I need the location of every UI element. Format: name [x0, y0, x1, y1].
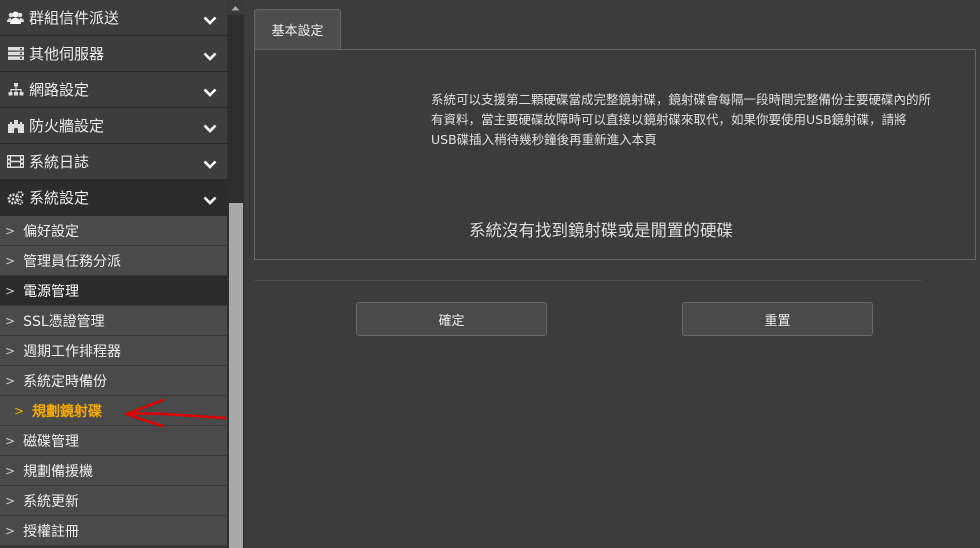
sidebar-scrollbar[interactable]	[227, 0, 244, 548]
chevron-down-icon[interactable]	[203, 119, 217, 137]
chevron-down-icon[interactable]	[203, 11, 217, 29]
chevron-right-icon: >	[5, 463, 16, 478]
chevron-right-icon: >	[5, 223, 16, 238]
gears-icon	[7, 190, 24, 205]
chevron-right-icon: >	[5, 283, 16, 298]
sidebar-item-scheduled-backup[interactable]: > 系統定時備份	[0, 366, 227, 396]
menu-group-other-servers[interactable]: 其他伺服器	[0, 36, 227, 72]
menu-group-label: 網路設定	[29, 81, 90, 99]
sidebar-item-admin-tasks[interactable]: > 管理員任務分派	[0, 246, 227, 276]
sidebar-item-label: 規劃鏡射碟	[32, 403, 103, 420]
sidebar-item-label: 系統更新	[23, 493, 80, 510]
sidebar: 群組信件派送 其他伺服器 網路設定 防火牆設定 系統日誌 系統設定 > 偏好設定…	[0, 0, 227, 548]
chevron-right-icon: >	[5, 313, 16, 328]
chevron-right-icon: >	[14, 403, 25, 418]
users-icon	[7, 11, 24, 25]
server-icon	[7, 47, 24, 61]
sidebar-item-label: 偏好設定	[23, 223, 80, 240]
menu-group-network[interactable]: 網路設定	[0, 72, 227, 108]
chevron-down-icon[interactable]	[203, 47, 217, 65]
menu-group-label: 防火牆設定	[29, 117, 105, 135]
chevron-down-icon[interactable]	[203, 191, 217, 209]
chevron-right-icon: >	[5, 493, 16, 508]
chevron-right-icon: >	[5, 433, 16, 448]
main-content: 基本設定 系統可以支援第二顆硬碟當成完整鏡射碟，鏡射碟會每隔一段時間完整備份主要…	[244, 0, 980, 548]
scroll-up-arrow-icon[interactable]	[227, 0, 244, 15]
sidebar-item-label: 管理員任務分派	[23, 253, 122, 270]
annotation-arrow	[123, 398, 227, 428]
sidebar-item-label: 磁碟管理	[23, 433, 80, 450]
confirm-button[interactable]: 確定	[356, 302, 547, 336]
menu-group-label: 其他伺服器	[29, 45, 105, 63]
sidebar-item-label: 週期工作排程器	[23, 343, 122, 360]
sidebar-item-label: 規劃備援機	[23, 463, 94, 480]
menu-group-mail-dispatch[interactable]: 群組信件派送	[0, 0, 227, 36]
reset-button[interactable]: 重置	[682, 302, 873, 336]
sidebar-item-job-scheduler[interactable]: > 週期工作排程器	[0, 336, 227, 366]
mirror-disk-description: 系統可以支援第二顆硬碟當成完整鏡射碟，鏡射碟會每隔一段時間完整備份主要硬碟內的所…	[431, 92, 932, 147]
settings-panel: 系統可以支援第二顆硬碟當成完整鏡射碟，鏡射碟會每隔一段時間完整備份主要硬碟內的所…	[254, 49, 976, 260]
chevron-right-icon: >	[5, 523, 16, 538]
chevron-right-icon: >	[5, 343, 16, 358]
sidebar-item-label: 系統定時備份	[23, 373, 108, 390]
firewall-icon	[7, 119, 24, 133]
sidebar-item-ssl-certificates[interactable]: > SSL憑證管理	[0, 306, 227, 336]
sidebar-item-system-update[interactable]: > 系統更新	[0, 486, 227, 516]
film-icon	[7, 155, 24, 169]
sidebar-item-label: 授權註冊	[23, 523, 80, 540]
menu-group-firewall[interactable]: 防火牆設定	[0, 108, 227, 144]
sidebar-item-label: SSL憑證管理	[23, 313, 105, 330]
sidebar-item-standby-server[interactable]: > 規劃備援機	[0, 456, 227, 486]
chevron-down-icon[interactable]	[203, 155, 217, 173]
chevron-right-icon: >	[5, 373, 16, 388]
menu-group-system-log[interactable]: 系統日誌	[0, 144, 227, 180]
divider	[254, 280, 922, 281]
menu-group-system-settings[interactable]: 系統設定	[0, 180, 227, 216]
sidebar-item-preferences[interactable]: > 偏好設定	[0, 216, 227, 246]
menu-group-label: 系統設定	[29, 189, 90, 207]
chevron-down-icon[interactable]	[203, 83, 217, 101]
sidebar-item-label: 電源管理	[23, 283, 80, 300]
no-disk-message: 系統沒有找到鏡射碟或是閒置的硬碟	[469, 221, 733, 240]
menu-group-label: 系統日誌	[29, 153, 90, 171]
network-icon	[7, 83, 24, 97]
scroll-thumb[interactable]	[229, 203, 243, 548]
sidebar-item-disk-management[interactable]: > 磁碟管理	[0, 426, 227, 456]
sidebar-item-power-management[interactable]: > 電源管理	[0, 276, 227, 306]
sidebar-item-license-registration[interactable]: > 授權註冊	[0, 516, 227, 546]
tab-basic-settings[interactable]: 基本設定	[254, 9, 341, 49]
chevron-right-icon: >	[5, 253, 16, 268]
menu-group-label: 群組信件派送	[29, 9, 120, 27]
